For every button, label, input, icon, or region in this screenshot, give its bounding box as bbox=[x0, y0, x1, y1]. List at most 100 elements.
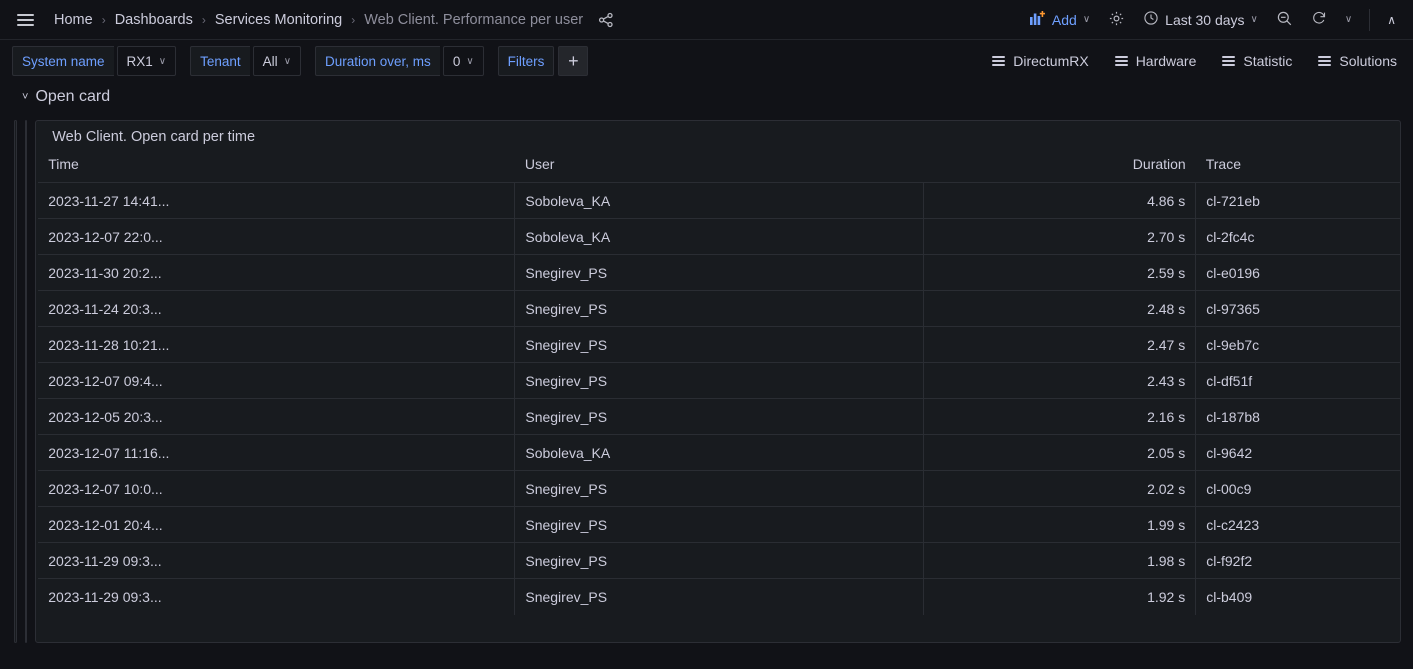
cell-duration: 1.99 s bbox=[923, 507, 1195, 543]
cell-trace-link[interactable]: cl-187b8 bbox=[1196, 399, 1400, 435]
row-title: Open card bbox=[35, 88, 110, 106]
breadcrumb-separator: › bbox=[102, 14, 106, 26]
table-row[interactable]: 2023-11-30 20:2...Snegirev_PS2.59 scl-e0… bbox=[38, 255, 1400, 291]
cell-duration: 2.02 s bbox=[923, 471, 1195, 507]
dashboard-row-open-card[interactable]: ˅ Open card bbox=[0, 82, 1413, 112]
cell-duration: 4.86 s bbox=[923, 183, 1195, 219]
chevron-down-icon: ∨ bbox=[1251, 14, 1258, 25]
list-icon bbox=[992, 56, 1005, 66]
cell-duration: 1.98 s bbox=[923, 543, 1195, 579]
clock-icon bbox=[1143, 10, 1159, 29]
share-icon[interactable] bbox=[597, 11, 615, 29]
table-row[interactable]: 2023-12-07 22:0...Soboleva_KA2.70 scl-2f… bbox=[38, 219, 1400, 255]
zoom-out-icon bbox=[1276, 10, 1293, 30]
collapse-toolbar-button[interactable]: ∧ bbox=[1380, 6, 1403, 34]
panel-web-client-open-card-per-user: Web Client. Open card per user User Coun… bbox=[25, 120, 28, 643]
dashboard-submenu: System name RX1 ∨ Tenant All ∨ Duration … bbox=[0, 40, 1413, 82]
cell-trace-link[interactable]: cl-f92f2 bbox=[1196, 543, 1400, 579]
add-panel-button[interactable]: Add ∨ bbox=[1023, 6, 1097, 34]
cell-trace-link[interactable]: cl-97365 bbox=[1196, 291, 1400, 327]
time-range-label: Last 30 days bbox=[1165, 12, 1244, 28]
cell-time: 2023-12-01 20:4... bbox=[38, 507, 515, 543]
list-icon bbox=[1222, 56, 1235, 66]
panel-table-container[interactable]: User Count Avg p.95 Ivanovskiy_GI197742 … bbox=[26, 150, 28, 642]
table-row[interactable]: 2023-11-28 10:21...Snegirev_PS2.47 scl-9… bbox=[38, 327, 1400, 363]
refresh-icon bbox=[1311, 10, 1327, 29]
cell-trace-link[interactable]: cl-2fc4c bbox=[1196, 219, 1400, 255]
table-row[interactable]: 2023-12-05 20:3...Snegirev_PS2.16 scl-18… bbox=[38, 399, 1400, 435]
cell-time: 2023-12-07 09:4... bbox=[38, 363, 515, 399]
variable-tenant: Tenant All ∨ bbox=[190, 46, 301, 76]
cell-duration: 2.48 s bbox=[923, 291, 1195, 327]
dashboard-link-hardware[interactable]: Hardware bbox=[1115, 53, 1197, 69]
cell-user: Snegirev_PS bbox=[515, 579, 924, 615]
table-row[interactable]: 2023-12-01 20:4...Snegirev_PS1.99 scl-c2… bbox=[38, 507, 1400, 543]
dashboard-link-solutions[interactable]: Solutions bbox=[1318, 53, 1397, 69]
breadcrumb-item-home[interactable]: Home bbox=[54, 12, 93, 28]
cell-trace-link[interactable]: cl-e0196 bbox=[1196, 255, 1400, 291]
dashboard-link-label: Solutions bbox=[1339, 53, 1397, 69]
chevron-down-icon: ∨ bbox=[1083, 14, 1090, 25]
add-panel-label: Add bbox=[1052, 12, 1077, 28]
variable-label-system-name: System name bbox=[12, 46, 114, 76]
column-header-time[interactable]: Time bbox=[38, 150, 515, 183]
cell-time: 2023-12-07 22:0... bbox=[38, 219, 515, 255]
table-row[interactable]: 2023-11-29 09:3...Snegirev_PS1.92 scl-b4… bbox=[38, 579, 1400, 615]
breadcrumb-separator: › bbox=[202, 14, 206, 26]
refresh-interval-dropdown[interactable]: ∨ bbox=[1338, 6, 1359, 34]
panel-table-container[interactable]: Time User Duration Trace 2023-11-27 14:4… bbox=[36, 150, 1400, 642]
table-row[interactable]: 2023-12-07 11:16...Soboleva_KA2.05 scl-9… bbox=[38, 435, 1400, 471]
gear-icon bbox=[1108, 10, 1125, 30]
cell-duration: 2.16 s bbox=[923, 399, 1195, 435]
open-card-per-time-table: Time User Duration Trace 2023-11-27 14:4… bbox=[38, 150, 1400, 615]
panel-web-client-open-card-per-time: Web Client. Open card per time Time User… bbox=[35, 120, 1401, 643]
cell-trace-link[interactable]: cl-df51f bbox=[1196, 363, 1400, 399]
variable-select-duration-over[interactable]: 0 ∨ bbox=[443, 46, 484, 76]
dashboard-link-statistic[interactable]: Statistic bbox=[1222, 53, 1292, 69]
table-row[interactable]: 2023-11-24 20:3...Snegirev_PS2.48 scl-97… bbox=[38, 291, 1400, 327]
cell-trace-link[interactable]: cl-9642 bbox=[1196, 435, 1400, 471]
breadcrumb-item-dashboards[interactable]: Dashboards bbox=[115, 12, 193, 28]
open-card-per-time-table-body: 2023-11-27 14:41...Soboleva_KA4.86 scl-7… bbox=[38, 183, 1400, 615]
dashboard-link-directumrx[interactable]: DirectumRX bbox=[992, 53, 1088, 69]
column-header-user[interactable]: User bbox=[515, 150, 924, 183]
cell-user: Snegirev_PS bbox=[515, 507, 924, 543]
dashboard-link-label: Statistic bbox=[1243, 53, 1292, 69]
variable-value-duration-over: 0 bbox=[453, 54, 461, 69]
chevron-up-icon: ∧ bbox=[1387, 13, 1396, 27]
variable-select-system-name[interactable]: RX1 ∨ bbox=[117, 46, 177, 76]
table-row[interactable]: 2023-12-07 09:4...Snegirev_PS2.43 scl-df… bbox=[38, 363, 1400, 399]
variable-label-tenant: Tenant bbox=[190, 46, 250, 76]
panel-title[interactable]: Web Client. Open card per time bbox=[36, 121, 1400, 150]
time-range-picker[interactable]: Last 30 days ∨ bbox=[1136, 6, 1265, 34]
table-row[interactable]: 2023-11-29 09:3...Snegirev_PS1.98 scl-f9… bbox=[38, 543, 1400, 579]
panel-title[interactable]: Web Client. Open card bbox=[15, 121, 17, 150]
cell-trace-link[interactable]: cl-721eb bbox=[1196, 183, 1400, 219]
cell-duration: 1.92 s bbox=[923, 579, 1195, 615]
cell-time: 2023-11-30 20:2... bbox=[38, 255, 515, 291]
variable-duration-over: Duration over, ms 0 ∨ bbox=[315, 46, 484, 76]
panel-table-container[interactable]: Card name Count Avg p.95 AutoTestModule.… bbox=[15, 150, 17, 642]
refresh-dashboard-button[interactable] bbox=[1304, 6, 1334, 34]
cell-time: 2023-12-07 10:0... bbox=[38, 471, 515, 507]
variable-label-duration-over: Duration over, ms bbox=[315, 46, 440, 76]
table-row[interactable]: 2023-11-27 14:41...Soboleva_KA4.86 scl-7… bbox=[38, 183, 1400, 219]
cell-time: 2023-11-28 10:21... bbox=[38, 327, 515, 363]
add-filter-button[interactable]: + bbox=[558, 46, 588, 76]
cell-trace-link[interactable]: cl-9eb7c bbox=[1196, 327, 1400, 363]
hamburger-menu-icon[interactable] bbox=[12, 7, 38, 33]
cell-trace-link[interactable]: cl-b409 bbox=[1196, 579, 1400, 615]
column-header-duration[interactable]: Duration bbox=[923, 150, 1195, 183]
breadcrumb-item-services-monitoring[interactable]: Services Monitoring bbox=[215, 12, 342, 28]
breadcrumb-item-current-dashboard: Web Client. Performance per user bbox=[364, 12, 583, 28]
cell-trace-link[interactable]: cl-00c9 bbox=[1196, 471, 1400, 507]
cell-user: Snegirev_PS bbox=[515, 363, 924, 399]
cell-trace-link[interactable]: cl-c2423 bbox=[1196, 507, 1400, 543]
column-header-trace[interactable]: Trace bbox=[1196, 150, 1400, 183]
panel-title[interactable]: Web Client. Open card per user bbox=[26, 121, 28, 150]
cell-duration: 2.43 s bbox=[923, 363, 1195, 399]
zoom-out-time-button[interactable] bbox=[1269, 6, 1300, 34]
dashboard-settings-button[interactable] bbox=[1101, 6, 1132, 34]
table-row[interactable]: 2023-12-07 10:0...Snegirev_PS2.02 scl-00… bbox=[38, 471, 1400, 507]
variable-select-tenant[interactable]: All ∨ bbox=[253, 46, 301, 76]
